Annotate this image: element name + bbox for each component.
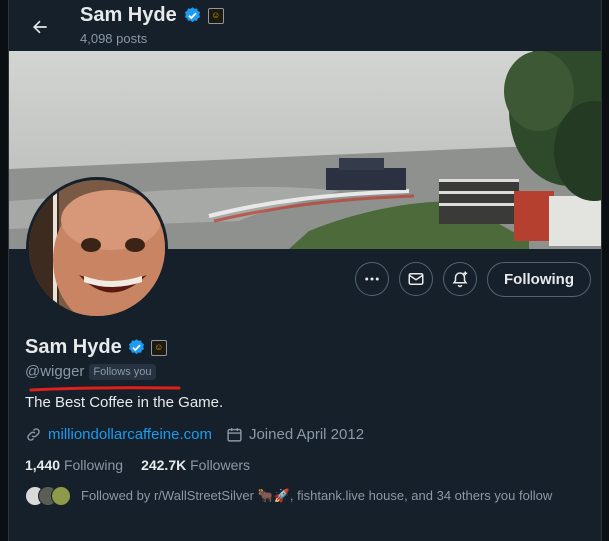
profile-name: Sam Hyde — [25, 336, 122, 358]
profile-name-row: Sam Hyde ☺ — [25, 336, 167, 359]
link-icon — [27, 428, 40, 441]
back-button[interactable] — [23, 10, 57, 44]
mutual-avatars — [25, 486, 71, 506]
verified-badge-icon[interactable] — [127, 338, 146, 357]
arrow-left-icon — [33, 20, 47, 34]
more-button[interactable] — [355, 262, 389, 296]
profile-meta: milliondollarcaffeine.com Joined April 2… — [25, 426, 364, 443]
affiliate-badge-icon[interactable]: ☺ — [150, 339, 167, 356]
following-label: Following — [63, 457, 124, 473]
followers-stat[interactable]: 242.7K Followers — [141, 457, 250, 473]
following-button[interactable]: Following — [487, 262, 591, 297]
followed-by-text: Followed by r/WallStreetSilver 🐂🚀, fisht… — [81, 488, 553, 503]
mail-icon — [408, 273, 424, 285]
calendar-icon — [227, 428, 242, 442]
notifications-button[interactable] — [443, 262, 477, 296]
affiliate-badge-icon[interactable]: ☺ — [207, 7, 224, 24]
followed-by-row[interactable]: Followed by r/WallStreetSilver 🐂🚀, fisht… — [25, 486, 552, 506]
verified-badge-icon — [184, 7, 200, 23]
mutual-avatar — [51, 486, 71, 506]
post-count: 4,098 posts — [80, 31, 148, 46]
followers-label: Followers — [190, 457, 251, 473]
joined-date: Joined April 2012 — [248, 426, 365, 443]
following-count: 1,440 — [25, 457, 61, 473]
red-annotation-line — [29, 386, 181, 392]
header-name: Sam Hyde — [80, 4, 177, 26]
follows-you-badge: Follows you — [89, 363, 156, 380]
bell-plus-icon — [452, 271, 468, 288]
header-title: Sam Hyde ☺ — [80, 4, 224, 27]
avatar-image — [29, 180, 165, 316]
more-icon — [365, 277, 379, 281]
profile-avatar[interactable] — [26, 177, 168, 319]
profile-bio: The Best Coffee in the Game. — [25, 394, 224, 411]
handle-row: @wigger Follows you — [25, 363, 156, 380]
profile-handle: @wigger — [25, 363, 85, 380]
follow-stats: 1,440 Following 242.7K Followers — [25, 457, 250, 473]
website-link[interactable]: milliondollarcaffeine.com — [48, 426, 212, 443]
profile-page: Sam Hyde ☺ 4,098 posts Following Sam Hyd… — [8, 0, 602, 541]
following-stat[interactable]: 1,440 Following — [25, 457, 123, 473]
followers-count: 242.7K — [141, 457, 187, 473]
message-button[interactable] — [399, 262, 433, 296]
